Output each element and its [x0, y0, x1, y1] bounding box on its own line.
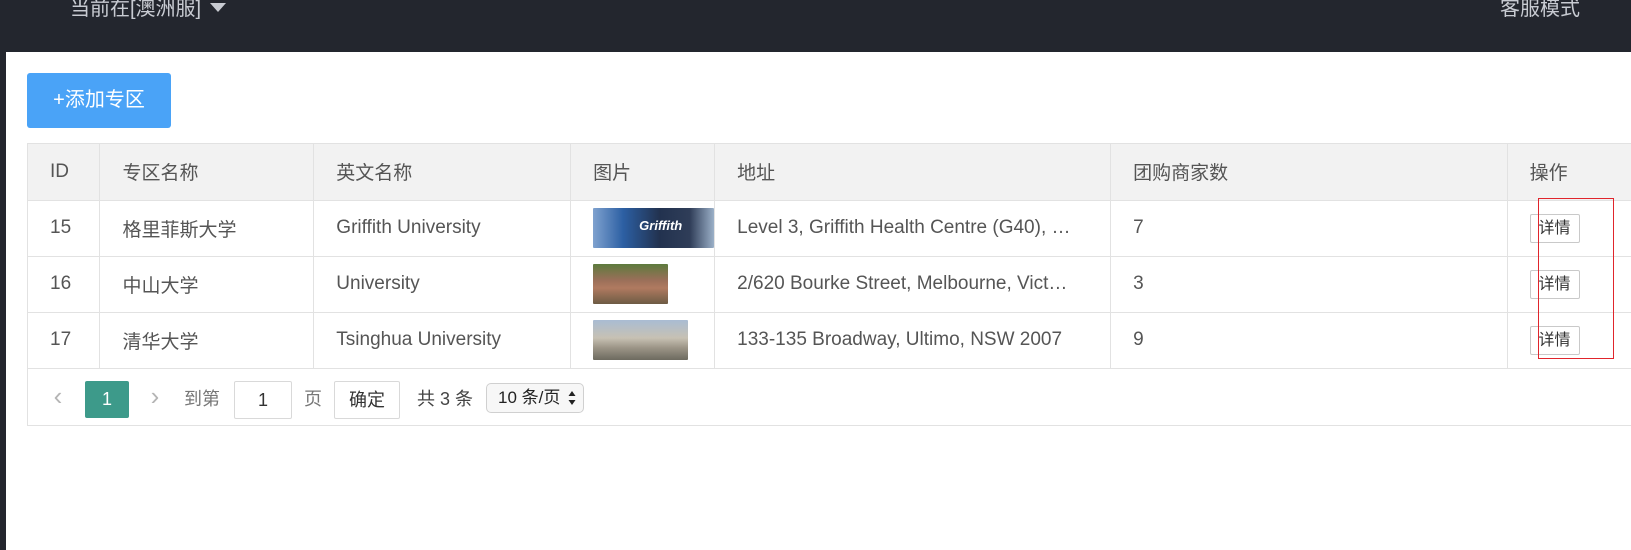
detail-button[interactable]: 详情: [1529, 269, 1580, 299]
cell-id: 16: [28, 256, 101, 313]
cell-en-name: University: [313, 256, 572, 313]
column-header-id: ID: [28, 144, 101, 201]
chevron-down-icon: [210, 3, 227, 13]
pagination: ‹ 1 › 到第 页 确定 共 3 条 10 条/页: [28, 369, 1631, 425]
cell-image: [570, 312, 716, 369]
column-header-merchants: 团购商家数: [1110, 144, 1508, 201]
sidebar-edge: [0, 52, 6, 550]
goto-confirm-button[interactable]: 确定: [334, 381, 400, 419]
cell-name: 格里菲斯大学: [99, 200, 315, 257]
page-size-value: 10 条/页: [498, 388, 561, 407]
column-header-image: 图片: [570, 144, 716, 201]
column-header-action: 操作: [1507, 144, 1631, 201]
cell-address: 133-135 Broadway, Ultimo, NSW 2007: [714, 312, 1112, 369]
service-mode-link[interactable]: 客服模式: [1500, 0, 1580, 24]
add-zone-button[interactable]: +添加专区: [27, 73, 171, 128]
cell-name: 中山大学: [99, 256, 315, 313]
chevron-right-icon[interactable]: ›: [139, 381, 171, 413]
page-button-current[interactable]: 1: [85, 381, 129, 418]
column-header-address: 地址: [714, 144, 1112, 201]
table-row: 16 中山大学 University 2/620 Bourke Street, …: [28, 256, 1631, 313]
cell-merchants: 3: [1110, 256, 1508, 313]
cell-address: Level 3, Griffith Health Centre (G40), …: [714, 200, 1112, 257]
column-header-en-name: 英文名称: [313, 144, 572, 201]
goto-prefix: 到第: [184, 389, 220, 409]
total-count: 共 3 条: [417, 389, 474, 409]
goto-page-input[interactable]: [234, 381, 292, 419]
griffith-campus-image[interactable]: Griffith: [593, 208, 714, 248]
top-nav-bar: 当前在[澳洲服] 客服模式: [0, 0, 1631, 52]
detail-button[interactable]: 详情: [1529, 325, 1580, 355]
select-arrows-icon: [568, 391, 576, 405]
cell-action: 详情: [1507, 256, 1631, 313]
page-size-select[interactable]: 10 条/页: [486, 383, 584, 413]
tsinghua-campus-image[interactable]: [593, 320, 689, 360]
detail-button[interactable]: 详情: [1529, 213, 1580, 243]
region-label: 当前在[澳洲服]: [70, 0, 202, 20]
cell-action: 详情: [1507, 312, 1631, 369]
table-row: 17 清华大学 Tsinghua University 133-135 Broa…: [28, 312, 1631, 369]
image-caption: Griffith: [639, 218, 683, 233]
cell-image: Griffith: [570, 200, 716, 257]
chevron-left-icon[interactable]: ‹: [42, 381, 74, 413]
region-dropdown[interactable]: 当前在[澳洲服]: [70, 0, 227, 24]
table-header-row: ID 专区名称 英文名称 图片 地址 团购商家数 操作: [28, 144, 1631, 201]
cell-merchants: 7: [1110, 200, 1508, 257]
column-header-name: 专区名称: [99, 144, 315, 201]
cell-en-name: Tsinghua University: [313, 312, 572, 369]
table-row: 15 格里菲斯大学 Griffith University Griffith L…: [28, 200, 1631, 257]
cell-id: 17: [28, 312, 101, 369]
zone-table: ID 专区名称 英文名称 图片 地址 团购商家数 操作 15 格里菲斯大学 Gr…: [27, 143, 1631, 426]
cell-image: [570, 256, 716, 313]
cell-id: 15: [28, 200, 101, 257]
cell-merchants: 9: [1110, 312, 1508, 369]
cell-name: 清华大学: [99, 312, 315, 369]
cell-en-name: Griffith University: [313, 200, 572, 257]
zhongshan-campus-image[interactable]: [593, 264, 669, 304]
cell-address: 2/620 Bourke Street, Melbourne, Vict…: [714, 256, 1112, 313]
goto-suffix: 页: [304, 389, 322, 409]
cell-action: 详情: [1507, 200, 1631, 257]
